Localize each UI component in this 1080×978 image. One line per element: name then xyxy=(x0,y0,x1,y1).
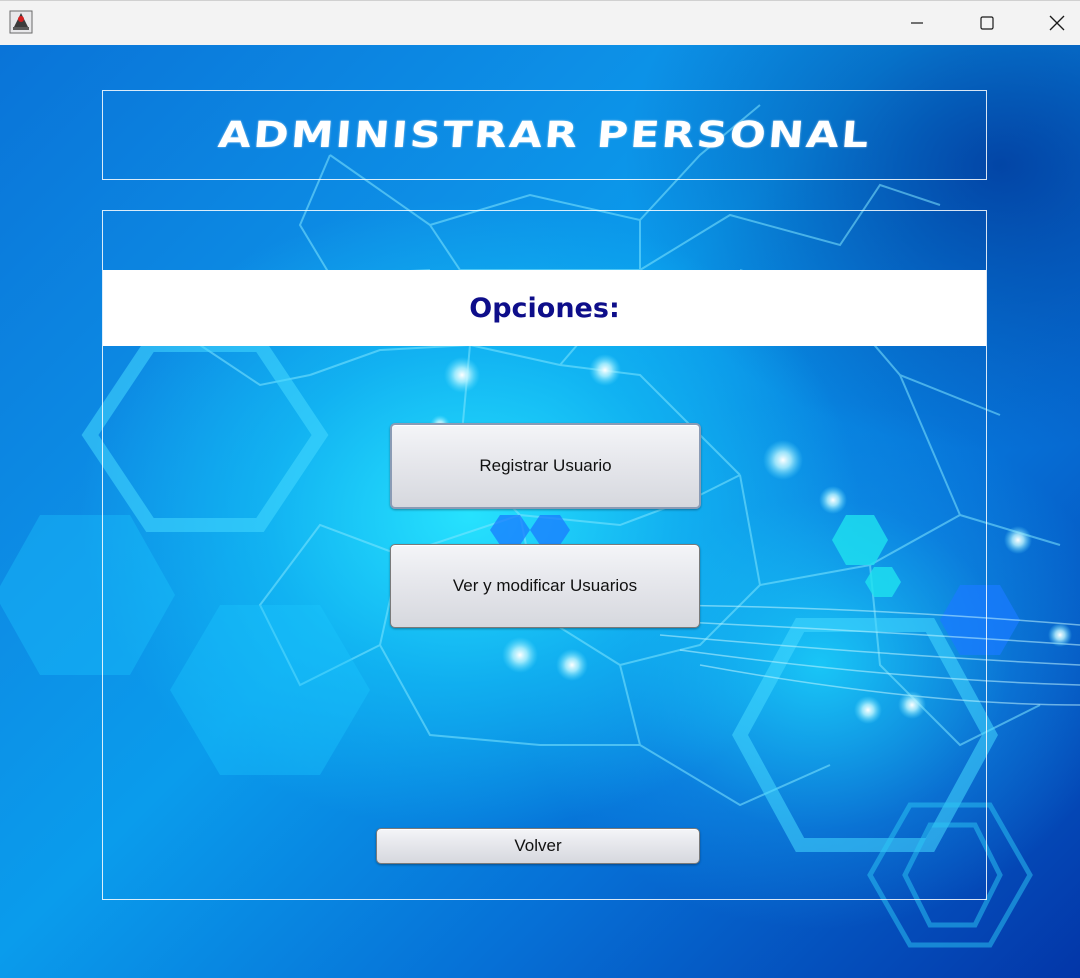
page-title: ADMINISTRAR PERSONAL xyxy=(216,114,873,156)
maximize-button[interactable] xyxy=(952,1,1022,45)
options-header-bar: Opciones: xyxy=(103,270,986,346)
view-modify-users-button[interactable]: Ver y modificar Usuarios xyxy=(390,544,700,628)
options-label: Opciones: xyxy=(469,292,620,324)
java-app-icon[interactable] xyxy=(9,10,33,34)
maximize-icon xyxy=(980,16,994,30)
header-panel: ADMINISTRAR PERSONAL xyxy=(102,90,987,180)
options-panel: Opciones: Registrar Usuario Ver y modifi… xyxy=(102,210,987,900)
close-icon xyxy=(1049,15,1065,31)
minimize-button[interactable] xyxy=(882,1,952,45)
back-button[interactable]: Volver xyxy=(376,828,700,864)
minimize-icon xyxy=(911,22,923,24)
close-button[interactable] xyxy=(1022,1,1080,45)
register-user-button[interactable]: Registrar Usuario xyxy=(390,423,701,509)
title-bar xyxy=(0,0,1080,45)
app-window: ADMINISTRAR PERSONAL Opciones: Registrar… xyxy=(0,0,1080,978)
